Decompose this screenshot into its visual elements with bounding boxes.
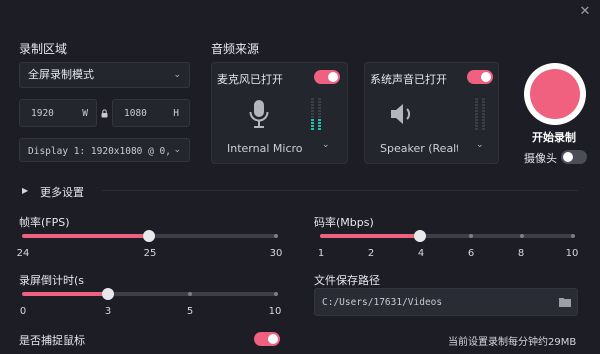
bitrate-tick: 1	[317, 248, 325, 259]
height-unit: H	[173, 108, 179, 119]
capture-mouse-toggle[interactable]	[254, 332, 280, 346]
height-value: 1080	[124, 108, 147, 119]
expand-triangle-icon[interactable]: ▶	[22, 186, 28, 195]
close-icon[interactable]: ✕	[578, 5, 592, 19]
system-audio-label: 系统声音已打开	[370, 73, 447, 86]
speaker-icon	[390, 101, 418, 130]
fps-tick: 25	[143, 248, 157, 259]
folder-icon[interactable]	[559, 297, 571, 310]
countdown-tick: 10	[268, 306, 282, 317]
width-unit: W	[82, 108, 88, 119]
save-path-input[interactable]: C:/Users/17631/Videos	[314, 288, 578, 316]
bitrate-slider-thumb[interactable]	[414, 230, 427, 242]
camera-toggle[interactable]	[561, 150, 587, 164]
audio-source-title: 音频来源	[211, 42, 260, 56]
lock-icon[interactable]	[101, 108, 108, 118]
bitrate-tick: 10	[565, 248, 579, 259]
more-settings-toggle[interactable]: 更多设置	[40, 184, 84, 200]
fps-slider-thumb[interactable]	[143, 230, 155, 242]
bitrate-tick: 6	[467, 248, 475, 259]
record-button[interactable]	[524, 63, 586, 125]
bitrate-tick: 2	[367, 248, 375, 259]
chevron-down-icon: ⌄	[173, 70, 181, 80]
chevron-down-icon[interactable]: ⌄	[322, 140, 330, 150]
fps-label: 帧率(FPS)	[19, 216, 70, 229]
camera-label: 摄像头	[524, 152, 557, 165]
display-value: Display 1: 1920x1080 @ 0,	[28, 146, 171, 157]
countdown-slider-fill	[22, 292, 109, 296]
chevron-down-icon: ⌄	[173, 145, 181, 155]
start-record-label: 开始录制	[532, 131, 576, 144]
system-audio-card: 系统声音已打开 Speaker (Realt ⌄	[364, 62, 499, 164]
bitrate-tick-dot	[469, 234, 474, 238]
bitrate-label: 码率(Mbps)	[314, 216, 374, 229]
display-select[interactable]: Display 1: 1920x1080 @ 0, ⌄	[19, 138, 190, 162]
system-level-meter-left	[475, 98, 478, 131]
microphone-icon	[248, 99, 270, 132]
record-dot	[530, 69, 580, 119]
bitrate-slider-fill	[320, 234, 421, 238]
mic-device-select[interactable]: Internal Microp	[227, 142, 303, 155]
countdown-tick: 0	[19, 306, 27, 317]
system-level-meter-right	[482, 98, 485, 131]
width-value: 1920	[31, 108, 54, 119]
bitrate-tick-dot	[519, 234, 524, 238]
save-path-value: C:/Users/17631/Videos	[322, 297, 443, 308]
mic-toggle[interactable]	[314, 70, 340, 84]
countdown-tick-dot	[274, 292, 278, 296]
width-input[interactable]: 1920 W	[19, 99, 97, 127]
countdown-slider[interactable]	[22, 288, 278, 300]
record-area-title: 录制区域	[19, 42, 68, 56]
mic-card: 麦克风已打开 Internal Microp ⌄	[211, 62, 348, 164]
countdown-label: 录屏倒计时(s	[19, 274, 85, 287]
fps-tick-dot	[274, 234, 278, 238]
fps-tick: 30	[269, 248, 283, 259]
fps-slider-fill	[22, 234, 149, 238]
system-audio-toggle[interactable]	[467, 70, 493, 84]
bitrate-slider[interactable]	[320, 230, 575, 242]
mic-level-meter-right	[318, 98, 321, 131]
size-estimate: 当前设置录制每分钟约29MB	[448, 337, 577, 348]
record-mode-select[interactable]: 全屏录制模式 ⌄	[19, 62, 190, 88]
more-settings-divider	[102, 190, 578, 191]
save-path-label: 文件保存路径	[314, 274, 380, 287]
mic-level-meter-left	[311, 98, 314, 131]
bitrate-tick: 4	[417, 248, 425, 259]
countdown-slider-thumb[interactable]	[102, 288, 115, 300]
fps-tick: 24	[16, 248, 30, 259]
fps-slider[interactable]	[22, 230, 278, 242]
height-input[interactable]: 1080 H	[112, 99, 190, 127]
system-device-select[interactable]: Speaker (Realt	[380, 142, 458, 155]
mic-label: 麦克风已打开	[217, 73, 283, 86]
bitrate-tick: 8	[517, 248, 525, 259]
record-mode-value: 全屏录制模式	[28, 68, 94, 81]
countdown-tick-dot	[187, 292, 192, 296]
countdown-tick: 5	[186, 306, 194, 317]
countdown-tick: 3	[104, 306, 112, 317]
chevron-down-icon[interactable]: ⌄	[476, 140, 484, 150]
recorder-window: ✕ 录制区域 全屏录制模式 ⌄ 1920 W 1080 H Display 1:…	[0, 0, 600, 354]
capture-mouse-label: 是否捕捉鼠标	[19, 334, 85, 347]
bitrate-tick-dot	[570, 234, 575, 238]
